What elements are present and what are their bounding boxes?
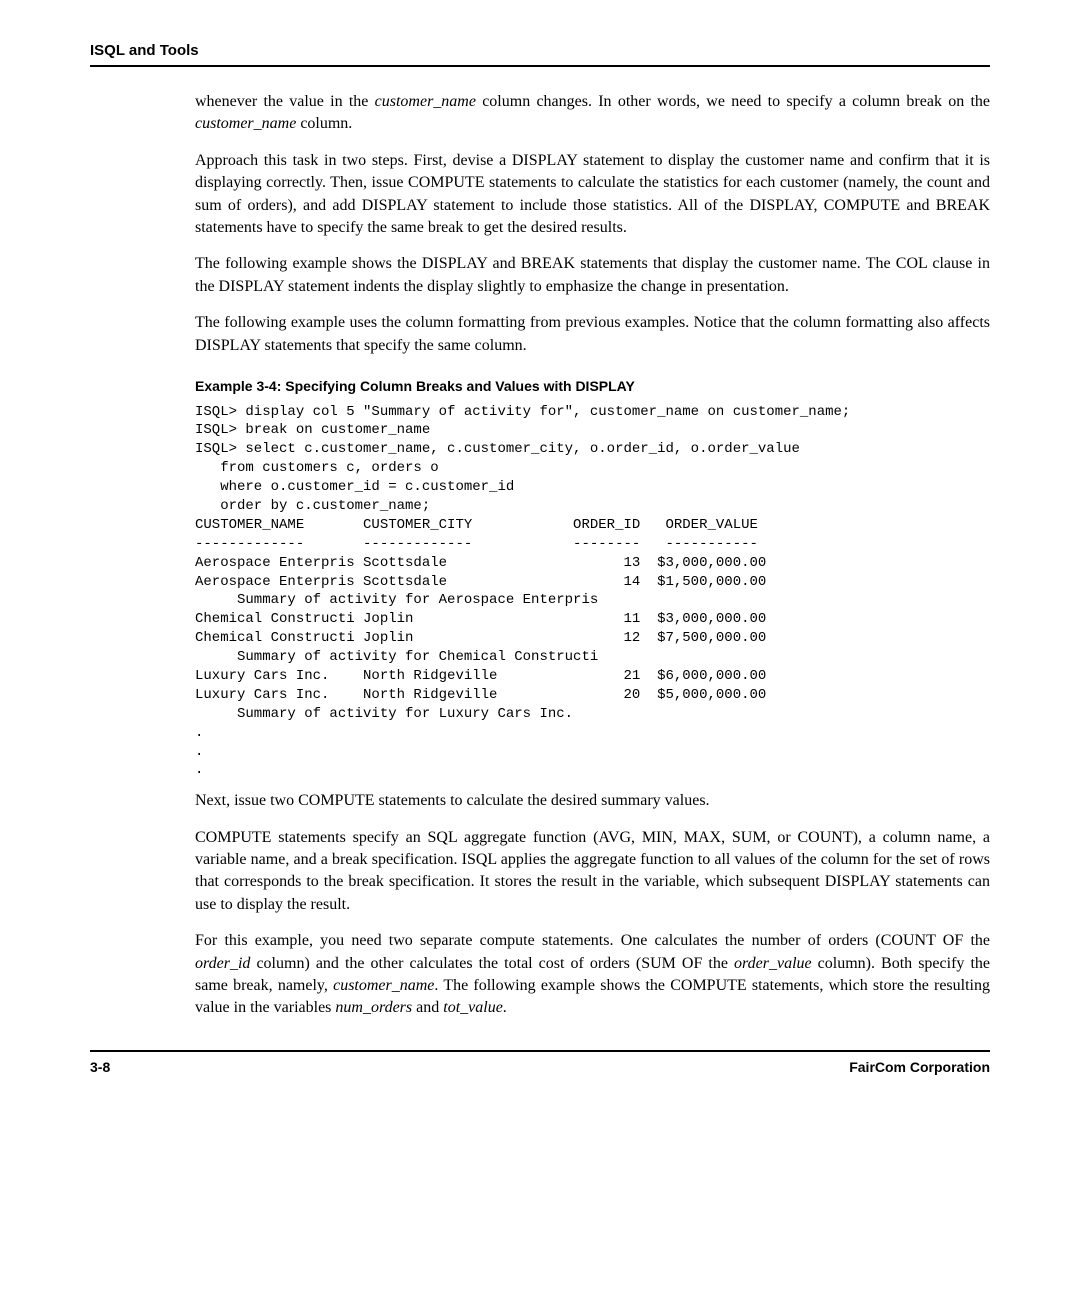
footer-company: FairCom Corporation	[849, 1058, 990, 1078]
page-footer: 3-8 FairCom Corporation	[90, 1050, 990, 1078]
p1-text-mid: column changes. In other words, we need …	[476, 93, 990, 110]
p1-em2: customer_name	[195, 115, 296, 132]
example-caption: Example 3-4: Specifying Column Breaks an…	[195, 377, 990, 397]
page-number: 3-8	[90, 1058, 110, 1078]
p7-text-5: and	[412, 999, 443, 1016]
p7-em4: num_orders	[335, 999, 412, 1016]
paragraph-3: The following example shows the DISPLAY …	[195, 253, 990, 298]
p7-text-2: column) and the other calculates the tot…	[250, 955, 734, 972]
paragraph-5: Next, issue two COMPUTE statements to ca…	[195, 790, 990, 812]
p7-em5: tot_value	[443, 999, 503, 1016]
paragraph-4: The following example uses the column fo…	[195, 312, 990, 357]
code-block: ISQL> display col 5 "Summary of activity…	[195, 403, 990, 781]
p7-em2: order_value	[734, 955, 812, 972]
page-content: whenever the value in the customer_name …	[195, 91, 990, 1020]
p7-em1: order_id	[195, 955, 250, 972]
p7-text-1: For this example, you need two separate …	[195, 932, 990, 949]
p1-text-post: column.	[296, 115, 352, 132]
paragraph-2: Approach this task in two steps. First, …	[195, 150, 990, 240]
p7-text-6: .	[503, 999, 507, 1016]
p1-text-pre: whenever the value in the	[195, 93, 375, 110]
p7-em3: customer_name	[333, 977, 434, 994]
p1-em1: customer_name	[375, 93, 476, 110]
paragraph-6: COMPUTE statements specify an SQL aggreg…	[195, 827, 990, 917]
header-title: ISQL and Tools	[90, 42, 199, 59]
paragraph-7: For this example, you need two separate …	[195, 930, 990, 1020]
paragraph-1: whenever the value in the customer_name …	[195, 91, 990, 136]
page-header: ISQL and Tools	[90, 40, 990, 67]
